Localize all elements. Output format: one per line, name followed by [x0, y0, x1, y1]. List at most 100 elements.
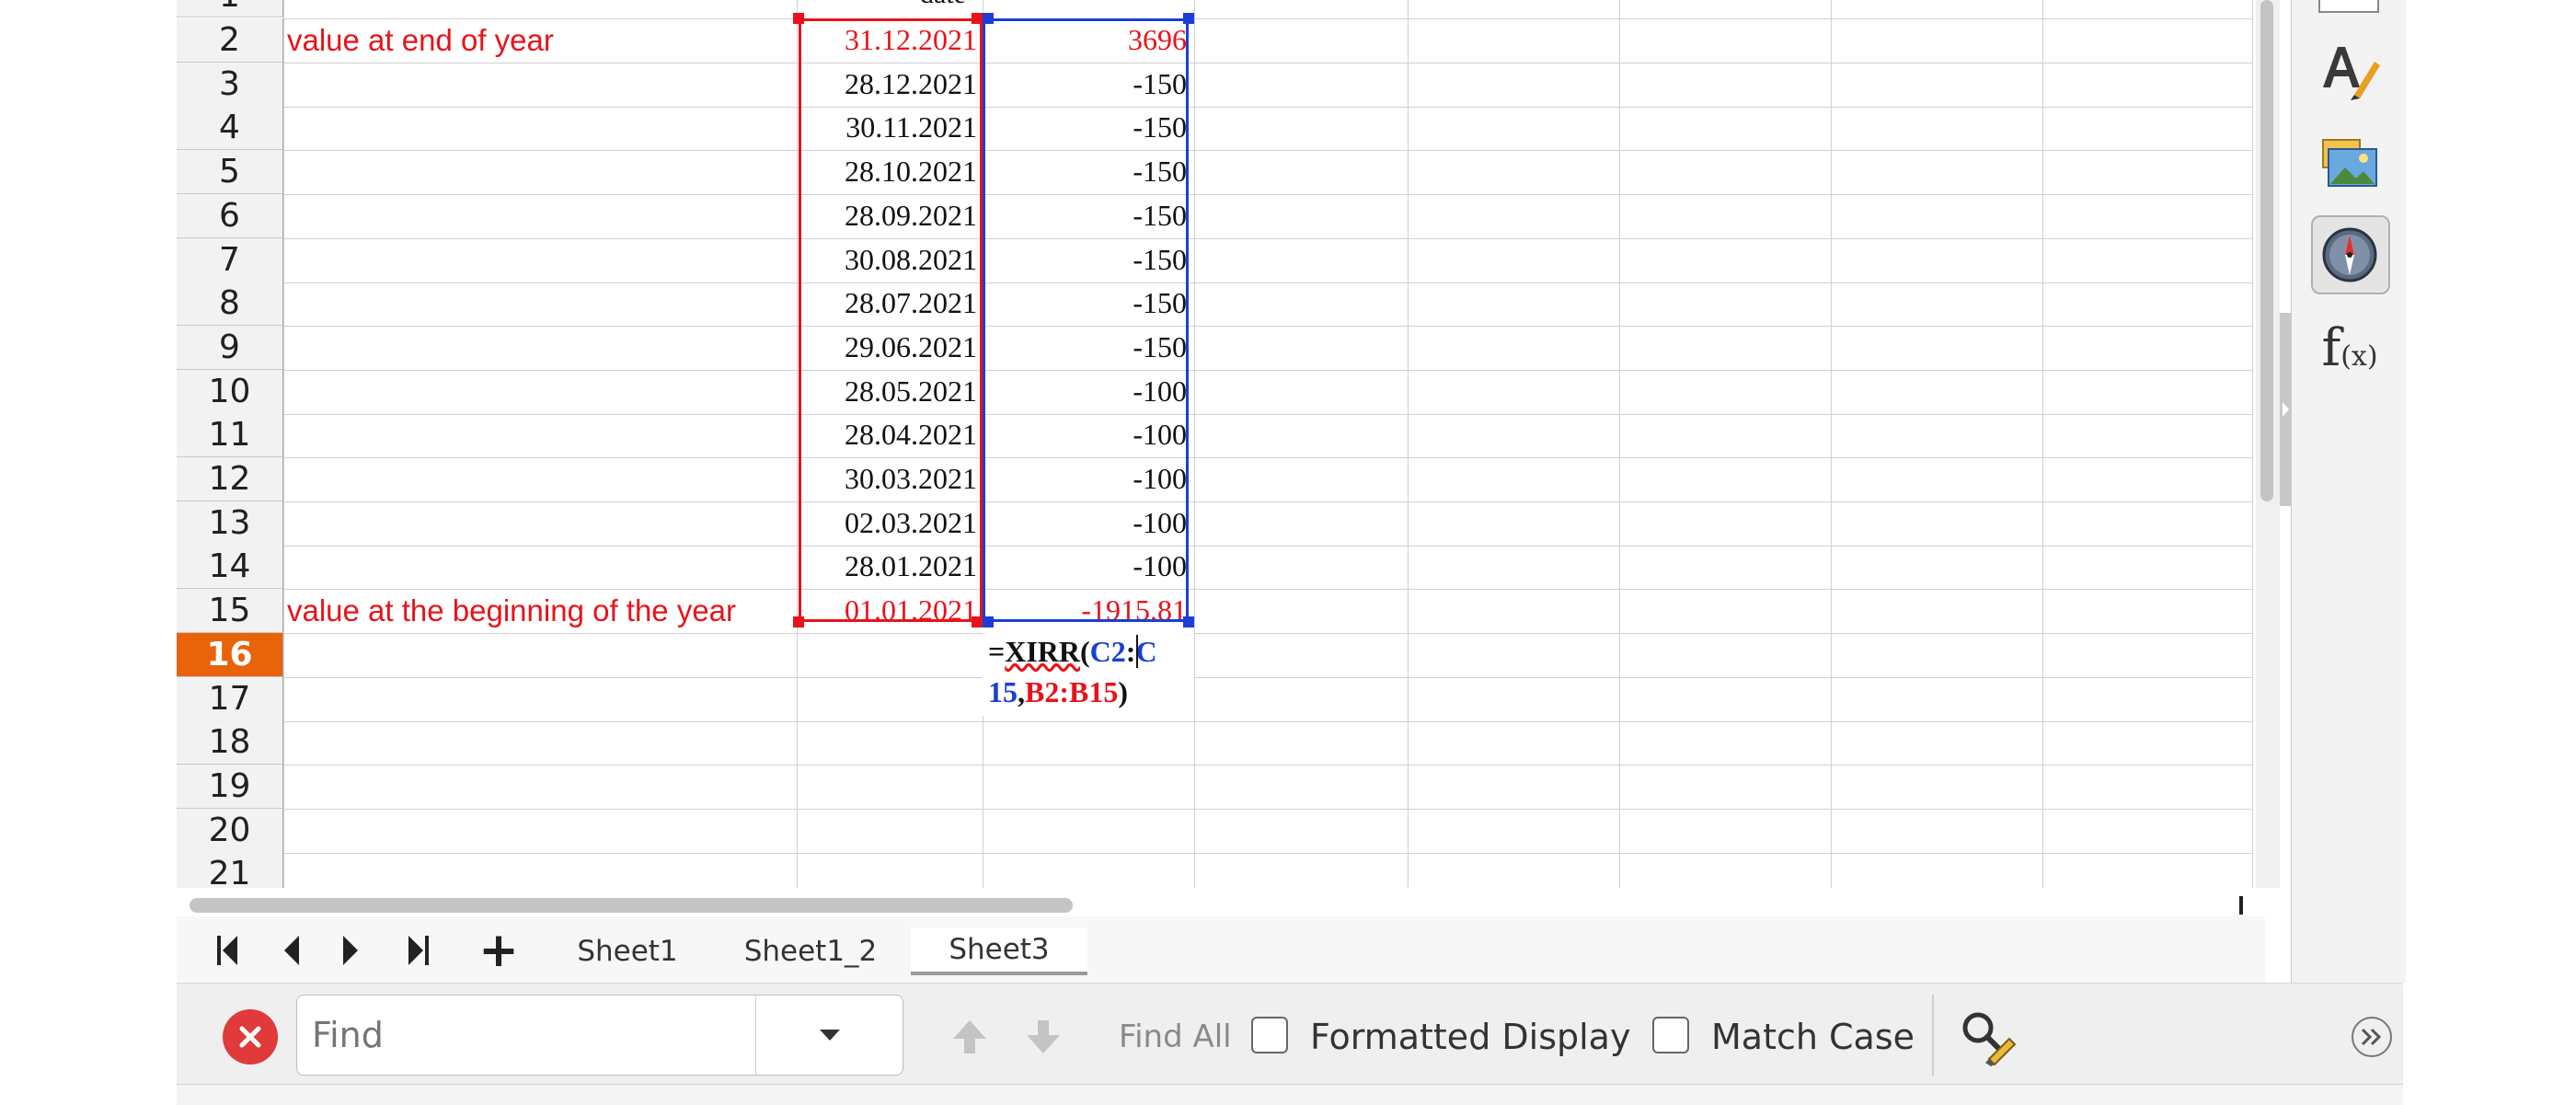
row-header[interactable]: 6	[177, 194, 283, 238]
resize-handle[interactable]	[1183, 616, 1194, 627]
formula-edit-cell[interactable]: =XIRR(C2:C 15,B2:B15)	[983, 627, 1194, 716]
find-and-replace-button[interactable]	[1956, 1006, 2018, 1068]
status-bar	[177, 1084, 2403, 1105]
row-header[interactable]: 2	[177, 18, 283, 63]
find-history-dropdown[interactable]	[757, 996, 903, 1075]
cell-a[interactable]	[287, 282, 793, 325]
row-header[interactable]: 10	[177, 370, 283, 414]
navigator-sidebar-icon-wrap	[2315, 220, 2385, 290]
vertical-scrollbar[interactable]	[2256, 0, 2280, 888]
find-previous-button[interactable]	[948, 1015, 992, 1059]
formula-paren: )	[1118, 675, 1128, 708]
cell-date[interactable]	[799, 852, 983, 888]
sheet-tab-sheet1[interactable]: Sheet1	[563, 927, 692, 975]
row-header[interactable]: 7	[177, 238, 283, 282]
vertical-scrollbar-thumb[interactable]	[2260, 0, 2273, 501]
cell-a[interactable]	[287, 413, 793, 456]
close-find-button[interactable]	[223, 1009, 278, 1065]
horizontal-scrollbar-thumb[interactable]	[190, 898, 1073, 913]
cell-a[interactable]	[287, 501, 793, 545]
cell-a[interactable]	[287, 150, 793, 193]
row-header[interactable]: 11	[177, 413, 283, 457]
formula-colon: :	[1125, 635, 1136, 668]
next-sheet-button[interactable]	[335, 927, 368, 973]
find-combobox[interactable]	[296, 995, 903, 1076]
row-header[interactable]: 4	[177, 106, 283, 150]
prev-sheet-button[interactable]	[274, 927, 307, 973]
cell-date[interactable]	[799, 677, 983, 720]
cell-a[interactable]	[287, 720, 793, 764]
cell-date[interactable]	[799, 633, 983, 676]
resize-handle[interactable]	[983, 616, 994, 627]
cell-a[interactable]	[287, 63, 793, 106]
row-header[interactable]: 12	[177, 457, 283, 501]
resize-handle[interactable]	[793, 616, 804, 627]
sheet-tab-sheet1-2[interactable]: Sheet1_2	[727, 927, 894, 975]
cell-date[interactable]	[799, 765, 983, 808]
row-header[interactable]: 16	[177, 633, 283, 677]
find-all-button[interactable]: Find All	[1119, 1009, 1232, 1065]
first-sheet-button[interactable]	[210, 927, 247, 973]
cell-a[interactable]	[287, 370, 793, 413]
sidebar-collapse-handle[interactable]	[2280, 313, 2291, 506]
row-header[interactable]: 1	[177, 0, 283, 17]
row-header[interactable]: 21	[177, 852, 283, 888]
last-sheet-icon	[408, 936, 429, 965]
grid-line	[1194, 0, 1195, 888]
row-header[interactable]: 8	[177, 282, 283, 326]
cell-date[interactable]	[799, 720, 983, 764]
navigator-icon	[2322, 227, 2377, 282]
formatted-display-label[interactable]: Formatted Display	[1310, 1009, 1630, 1065]
arrow-down-icon	[1027, 1020, 1060, 1053]
character-sidebar-button[interactable]	[2315, 37, 2385, 107]
cell-a[interactable]	[287, 809, 793, 852]
horizontal-scrollbar[interactable]	[184, 896, 2254, 915]
cell-a[interactable]	[287, 326, 793, 369]
cell-a[interactable]	[287, 852, 793, 888]
match-case-checkbox[interactable]	[1652, 1017, 1689, 1053]
row-header[interactable]: 9	[177, 326, 283, 370]
cell-a[interactable]	[287, 194, 793, 237]
row-header[interactable]: 17	[177, 677, 283, 721]
cell-value[interactable]	[983, 809, 1192, 852]
cell-a[interactable]	[287, 106, 793, 149]
last-sheet-button[interactable]	[399, 927, 436, 973]
functions-sidebar-button[interactable]: f(x)	[2315, 313, 2385, 383]
cell-a[interactable]	[287, 633, 793, 676]
resize-handle[interactable]	[983, 13, 994, 24]
cell-a[interactable]	[287, 545, 793, 588]
sheet-tab-sheet3[interactable]: Sheet3	[911, 927, 1087, 975]
spreadsheet-grid[interactable]: 1 date 2value at end of year31.12.202136…	[0, 0, 2263, 888]
cell-value[interactable]	[983, 720, 1192, 764]
resize-handle[interactable]	[972, 13, 983, 24]
find-next-button[interactable]	[1021, 1015, 1065, 1059]
formatted-display-checkbox[interactable]	[1251, 1017, 1288, 1053]
row-header[interactable]: 15	[177, 589, 283, 633]
row-header[interactable]: 5	[177, 150, 283, 194]
row-header[interactable]: 3	[177, 63, 283, 107]
cell-value[interactable]	[983, 852, 1192, 888]
close-icon	[239, 1026, 261, 1048]
properties-icon[interactable]	[2318, 0, 2379, 13]
cell-a[interactable]	[287, 677, 793, 720]
row-header[interactable]: 18	[177, 720, 283, 765]
cell-a[interactable]: value at end of year	[287, 18, 793, 62]
cell-value[interactable]	[983, 765, 1192, 808]
cell-date[interactable]	[799, 809, 983, 852]
add-sheet-button[interactable]: +	[473, 923, 524, 978]
cell-a[interactable]	[287, 238, 793, 282]
row-header[interactable]: 19	[177, 765, 283, 809]
gallery-sidebar-button[interactable]	[2315, 129, 2385, 199]
resize-handle[interactable]	[1183, 13, 1194, 24]
find-input[interactable]	[310, 1005, 746, 1065]
row-header[interactable]: 14	[177, 545, 283, 589]
row-header[interactable]: 13	[177, 501, 283, 546]
row-header[interactable]: 20	[177, 809, 283, 853]
more-options-button[interactable]	[2352, 1017, 2392, 1057]
cell-a[interactable]	[287, 765, 793, 808]
resize-handle[interactable]	[793, 13, 804, 24]
match-case-label[interactable]: Match Case	[1711, 1009, 1915, 1065]
cell-a[interactable]	[287, 457, 793, 501]
resize-handle[interactable]	[972, 616, 983, 627]
cell-a[interactable]: value at the beginning of the year	[287, 589, 793, 632]
